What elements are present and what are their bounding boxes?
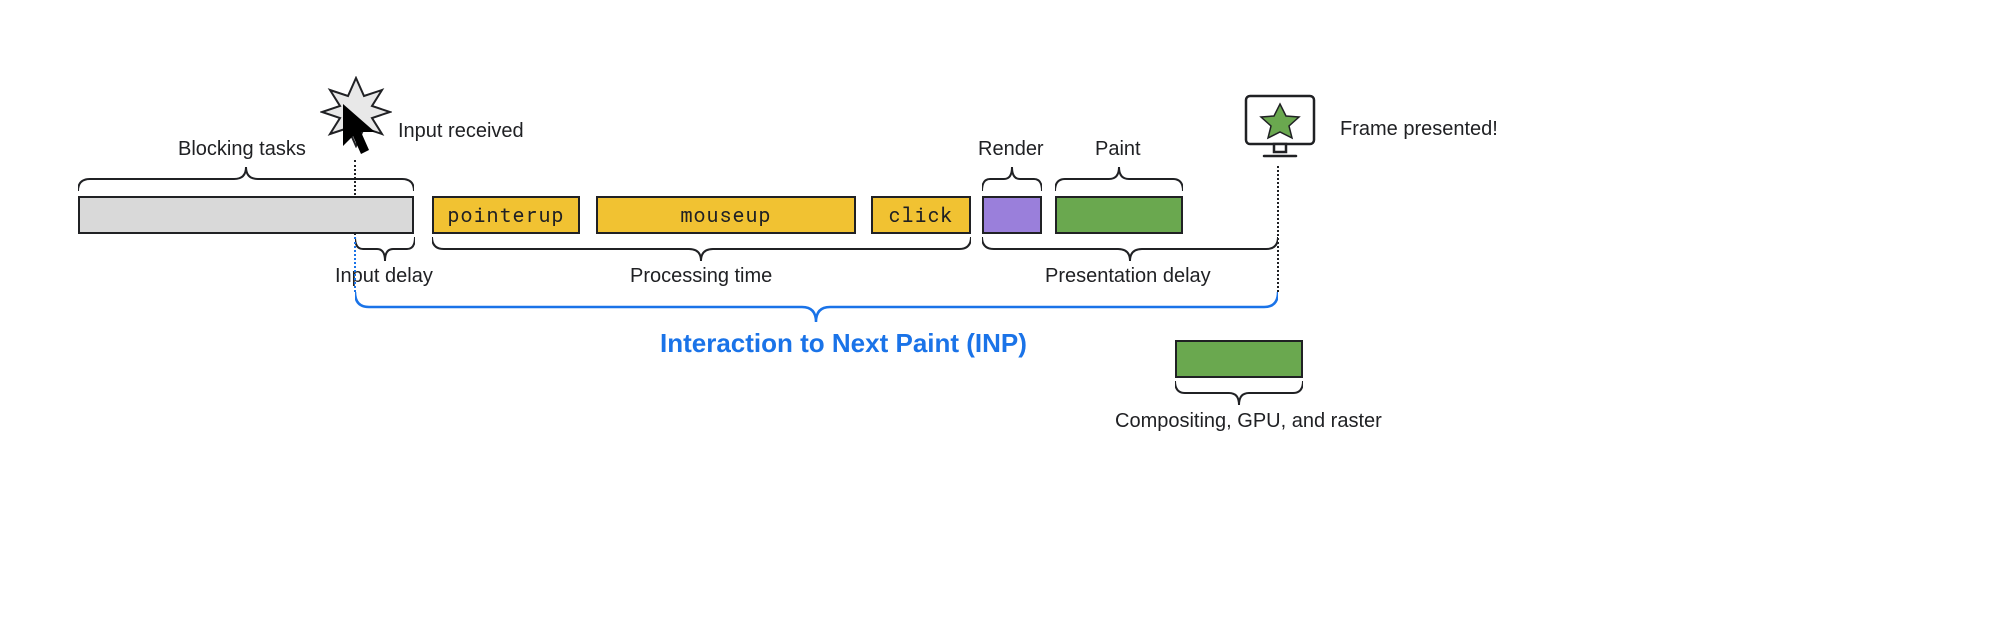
pointerup-bar: pointerup	[432, 196, 580, 234]
render-brace	[982, 165, 1042, 191]
render-label: Render	[978, 138, 1044, 161]
inp-brace	[355, 292, 1278, 326]
frame-presented-label: Frame presented!	[1340, 118, 1498, 141]
mouseup-bar: mouseup	[596, 196, 856, 234]
compositing-label: Compositing, GPU, and raster	[1115, 410, 1382, 433]
frame-presented-marker	[1277, 166, 1279, 292]
processing-time-brace	[432, 237, 971, 263]
inp-label: Interaction to Next Paint (INP)	[660, 328, 1027, 359]
presentation-delay-brace	[982, 237, 1278, 263]
cursor-icon	[339, 102, 383, 162]
presentation-delay-label: Presentation delay	[1045, 265, 1211, 288]
mouseup-bar-label: mouseup	[680, 202, 771, 228]
paint-brace	[1055, 165, 1183, 191]
processing-time-label: Processing time	[630, 265, 772, 288]
input-received-label: Input received	[398, 120, 524, 143]
diagram-stage: Blocking tasks Input received Render Pai…	[0, 0, 2000, 637]
click-bar-label: click	[888, 202, 953, 228]
blocking-tasks-brace	[78, 165, 414, 191]
monitor-icon	[1240, 90, 1320, 170]
input-delay-label: Input delay	[335, 265, 433, 288]
input-delay-brace	[355, 237, 415, 263]
compositing-bar	[1175, 340, 1303, 378]
pointerup-bar-label: pointerup	[447, 202, 564, 228]
click-bar: click	[871, 196, 971, 234]
blocking-tasks-label: Blocking tasks	[178, 138, 306, 161]
render-bar	[982, 196, 1042, 234]
inp-start-marker	[354, 237, 356, 292]
blocking-tasks-bar	[78, 196, 414, 234]
paint-bar	[1055, 196, 1183, 234]
compositing-brace	[1175, 381, 1303, 407]
paint-label: Paint	[1095, 138, 1141, 161]
